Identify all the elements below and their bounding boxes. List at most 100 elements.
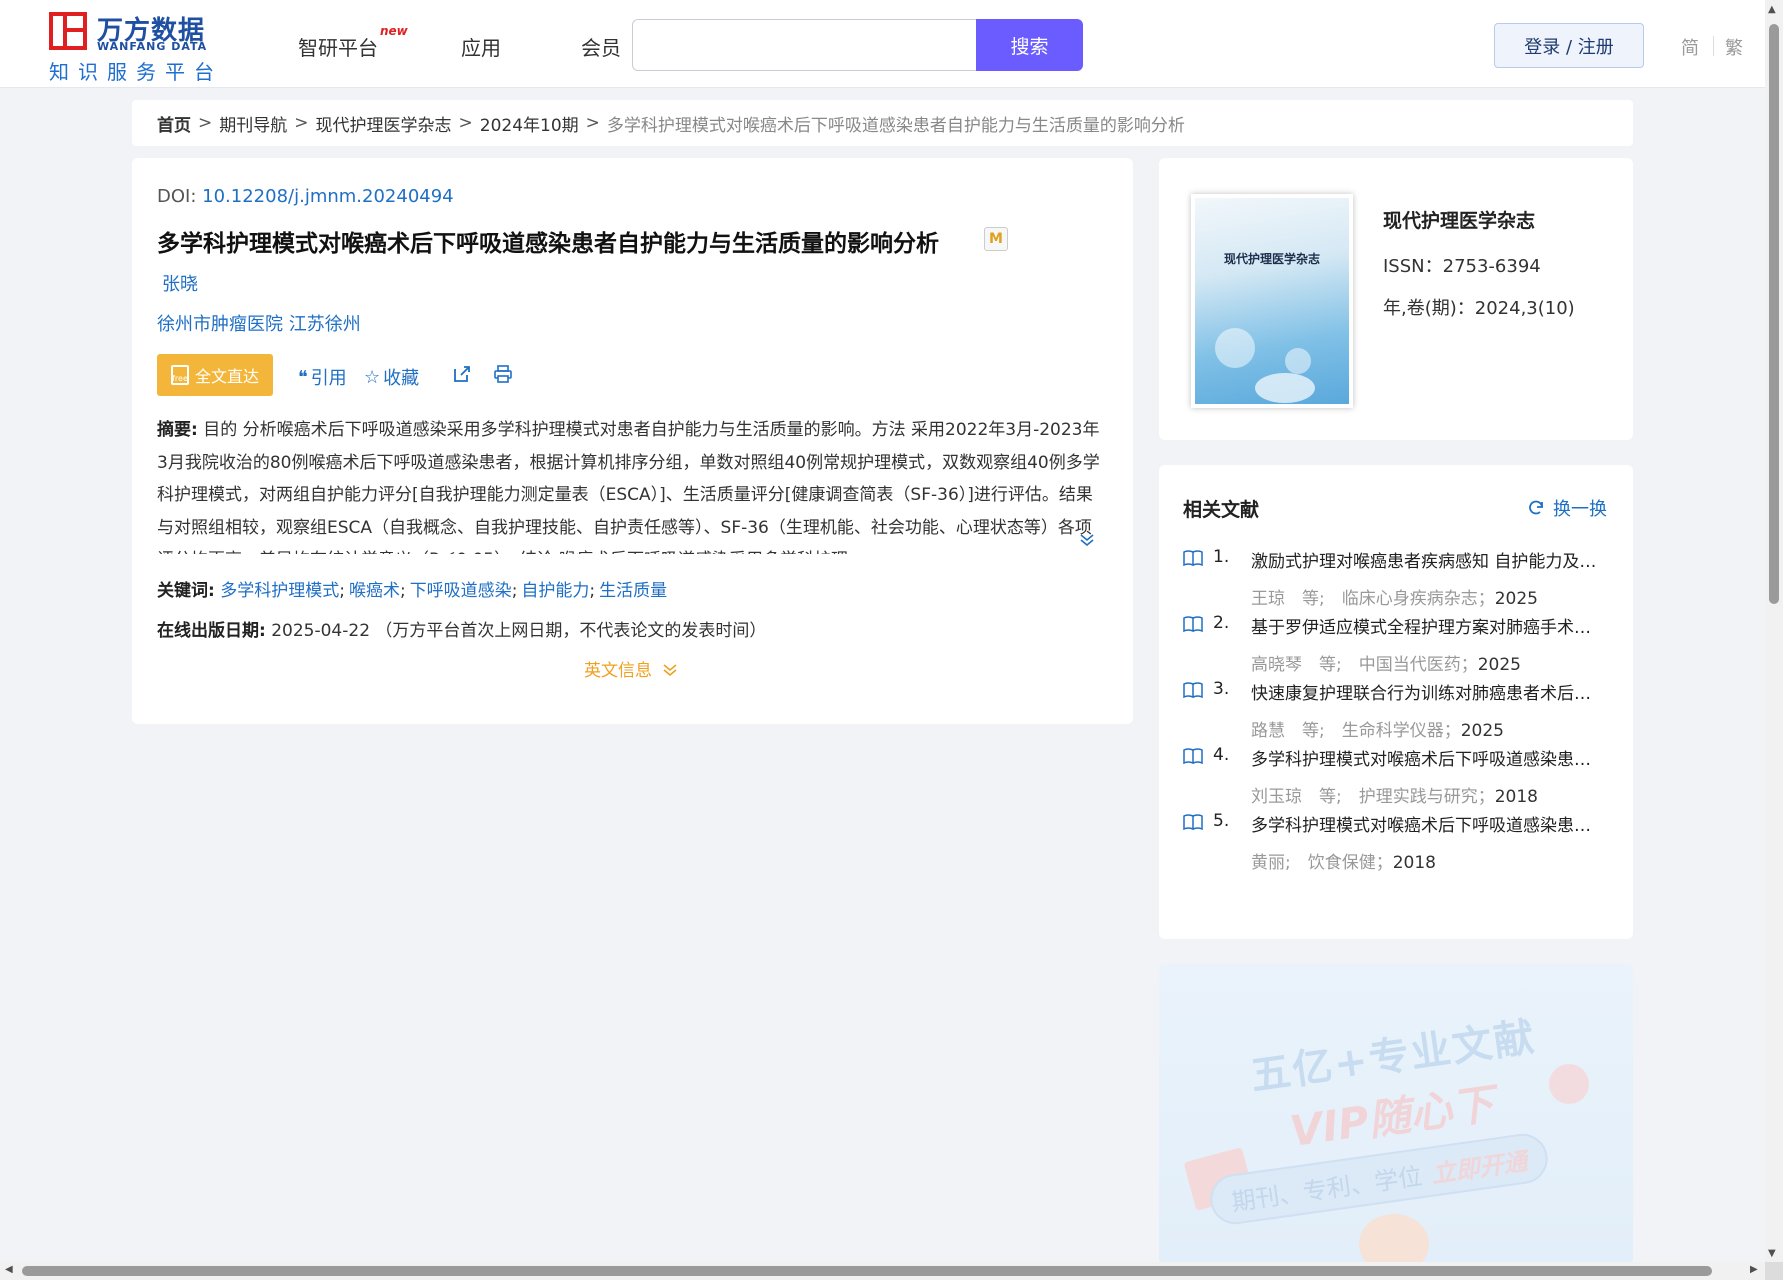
- lang-simplified[interactable]: 简: [1681, 34, 1699, 60]
- journal-cover[interactable]: 现代护理医学杂志: [1191, 194, 1353, 408]
- journal-issn: ISSN：2753-6394: [1383, 256, 1541, 277]
- expand-abstract-icon[interactable]: [1080, 530, 1094, 551]
- refresh-button[interactable]: 换一换: [1527, 495, 1607, 521]
- ad-cta-text: 期刊、专利、学位: [1229, 1161, 1424, 1217]
- search-input[interactable]: [632, 19, 976, 71]
- breadcrumb-journal-nav[interactable]: 期刊导航: [219, 111, 287, 136]
- breadcrumb-separator: >: [294, 113, 309, 133]
- related-title: 相关文献: [1183, 499, 1260, 521]
- free-document-icon: free: [170, 365, 189, 385]
- keyword-separator: ;: [589, 581, 596, 601]
- horizontal-scroll-thumb[interactable]: [22, 1266, 1712, 1276]
- breadcrumb-issue[interactable]: 2024年10期: [480, 111, 579, 136]
- journal-volume: 年,卷(期)：2024,3(10): [1383, 298, 1575, 319]
- fulltext-label: 全文直达: [194, 367, 259, 386]
- scroll-left-icon[interactable]: ◀: [5, 1264, 13, 1275]
- keyword-link[interactable]: 生活质量: [599, 581, 667, 601]
- related-meta-text: 高晓琴 等; 中国当代医药；: [1251, 655, 1478, 675]
- related-year: 2025: [1460, 721, 1504, 741]
- nav-zhiyan-platform[interactable]: 智研平台: [298, 32, 378, 61]
- refresh-label: 换一换: [1553, 499, 1607, 520]
- scroll-down-icon[interactable]: ▼: [1768, 1248, 1776, 1259]
- keyword-link[interactable]: 多学科护理模式: [220, 581, 339, 601]
- related-title-link[interactable]: 激励式护理对喉癌患者疾病感知 自护能力及生活质量的影响: [1251, 547, 1606, 572]
- related-meta-text: 路慧 等; 生命科学仪器；: [1251, 721, 1461, 741]
- horizontal-scrollbar[interactable]: ◀ ▶: [0, 1262, 1765, 1280]
- logo-slogan: 知识服务平台: [49, 60, 223, 84]
- related-meta: 刘玉琼 等; 护理实践与研究；2018: [1251, 782, 1538, 807]
- ad-cta-highlight: 立即开通: [1429, 1146, 1529, 1188]
- related-meta: 高晓琴 等; 中国当代医药；2025: [1251, 650, 1521, 675]
- related-meta: 王琼 等; 临床心身疾病杂志；2025: [1251, 584, 1538, 609]
- share-icon[interactable]: [452, 364, 472, 389]
- lang-traditional[interactable]: 繁: [1725, 34, 1743, 60]
- vertical-scroll-thumb[interactable]: [1769, 24, 1779, 604]
- wanfang-logo-icon: [49, 12, 87, 50]
- search-button[interactable]: 搜索: [976, 19, 1083, 71]
- breadcrumb-journal[interactable]: 现代护理医学杂志: [316, 111, 452, 136]
- publish-date-label: 在线出版日期:: [157, 621, 266, 641]
- scroll-up-icon[interactable]: ▲: [1768, 4, 1776, 15]
- abstract: 摘要: 目的 分析喉癌术后下呼吸道感染采用多学科护理模式对患者自护能力与生活质量…: [157, 414, 1107, 554]
- abstract-label: 摘要:: [157, 420, 198, 440]
- book-icon: [1183, 550, 1203, 566]
- cite-button[interactable]: ❝ 引用: [298, 364, 347, 390]
- breadcrumb-home[interactable]: 首页: [157, 111, 191, 136]
- breadcrumb-current: 多学科护理模式对喉癌术后下呼吸道感染患者自护能力与生活质量的影响分析: [606, 115, 1185, 136]
- author-link[interactable]: 张晓: [162, 270, 198, 296]
- ad-decoration: [1549, 1064, 1589, 1104]
- related-meta-text: 王琼 等; 临床心身疾病杂志；: [1251, 589, 1495, 609]
- journal-cover-title: 现代护理医学杂志: [1223, 252, 1320, 266]
- publish-date-note: （万方平台首次上网日期，不代表论文的发表时间）: [375, 621, 767, 641]
- breadcrumb-separator: >: [585, 113, 600, 133]
- english-info-label: 英文信息: [584, 661, 652, 681]
- mendeley-icon[interactable]: M: [984, 227, 1008, 251]
- keyword-link[interactable]: 下呼吸道感染: [410, 581, 512, 601]
- related-number: 2.: [1213, 613, 1230, 633]
- nav-applications[interactable]: 应用: [461, 32, 501, 61]
- keyword-separator: ;: [399, 581, 406, 601]
- english-info-toggle[interactable]: 英文信息: [584, 656, 677, 681]
- related-number: 5.: [1213, 811, 1230, 831]
- nav-membership[interactable]: 会员: [581, 32, 621, 61]
- quote-icon: ❝: [298, 366, 308, 388]
- affiliation-link[interactable]: 徐州市肿瘤医院 江苏徐州: [157, 310, 361, 336]
- login-register-button[interactable]: 登录 / 注册: [1494, 23, 1644, 68]
- scroll-right-icon[interactable]: ▶: [1750, 1264, 1758, 1275]
- abstract-text: 目的 分析喉癌术后下呼吸道感染采用多学科护理模式对患者自护能力与生活质量的影响。…: [157, 420, 1100, 554]
- book-icon: [1183, 682, 1203, 698]
- wanfang-logo[interactable]: 万方数据 WANFANG DATA 知识服务平台: [49, 10, 229, 84]
- keyword-separator: ;: [339, 581, 345, 601]
- related-title-link[interactable]: 基于罗伊适应模式全程护理方案对肺癌手术患者的影响: [1251, 613, 1606, 638]
- scrollbar-corner: [1765, 1262, 1783, 1280]
- related-meta-text: 刘玉琼 等; 护理实践与研究；: [1251, 787, 1495, 807]
- keyword-link[interactable]: 喉癌术: [349, 581, 400, 601]
- chevron-double-down-icon: [663, 664, 677, 677]
- related-number: 4.: [1213, 745, 1230, 765]
- logo-english-name: WANFANG DATA: [97, 40, 208, 53]
- related-number: 1.: [1213, 547, 1230, 567]
- related-title-link[interactable]: 多学科护理模式对喉癌术后下呼吸道感染患者的效果: [1251, 811, 1606, 836]
- vertical-scrollbar[interactable]: ▲ ▼: [1765, 0, 1783, 1262]
- vip-ad-banner[interactable]: 五亿+专业文献 VIP随心下 期刊、专利、学位 立即开通: [1159, 964, 1633, 1264]
- related-year: 2025: [1494, 589, 1538, 609]
- related-year: 2025: [1477, 655, 1521, 675]
- publish-date-value: 2025-04-22: [271, 621, 371, 641]
- star-icon: ☆: [364, 366, 381, 388]
- related-year: 2018: [1494, 787, 1538, 807]
- breadcrumb: 首页 > 期刊导航 > 现代护理医学杂志 > 2024年10期 > 多学科护理模…: [132, 100, 1633, 146]
- favorite-button[interactable]: ☆ 收藏: [364, 364, 419, 390]
- favorite-label: 收藏: [383, 368, 420, 389]
- fulltext-button[interactable]: free 全文直达: [157, 354, 273, 396]
- doi-link[interactable]: 10.12208/j.jmnm.20240494: [202, 186, 454, 207]
- related-number: 3.: [1213, 679, 1230, 699]
- ad-mascot: [1359, 1214, 1429, 1264]
- lang-divider: [1713, 36, 1714, 56]
- related-title-link[interactable]: 快速康复护理联合行为训练对肺癌患者术后康复的影响: [1251, 679, 1606, 704]
- journal-name[interactable]: 现代护理医学杂志: [1383, 206, 1535, 233]
- print-icon[interactable]: [493, 364, 513, 389]
- top-header: 万方数据 WANFANG DATA 知识服务平台 智研平台 new 应用 会员 …: [0, 0, 1765, 88]
- related-title-link[interactable]: 多学科护理模式对喉癌术后下呼吸道感染患者的影响: [1251, 745, 1606, 770]
- keyword-link[interactable]: 自护能力: [521, 581, 589, 601]
- journal-info-card: 现代护理医学杂志 现代护理医学杂志 ISSN：2753-6394 年,卷(期)：…: [1159, 158, 1633, 440]
